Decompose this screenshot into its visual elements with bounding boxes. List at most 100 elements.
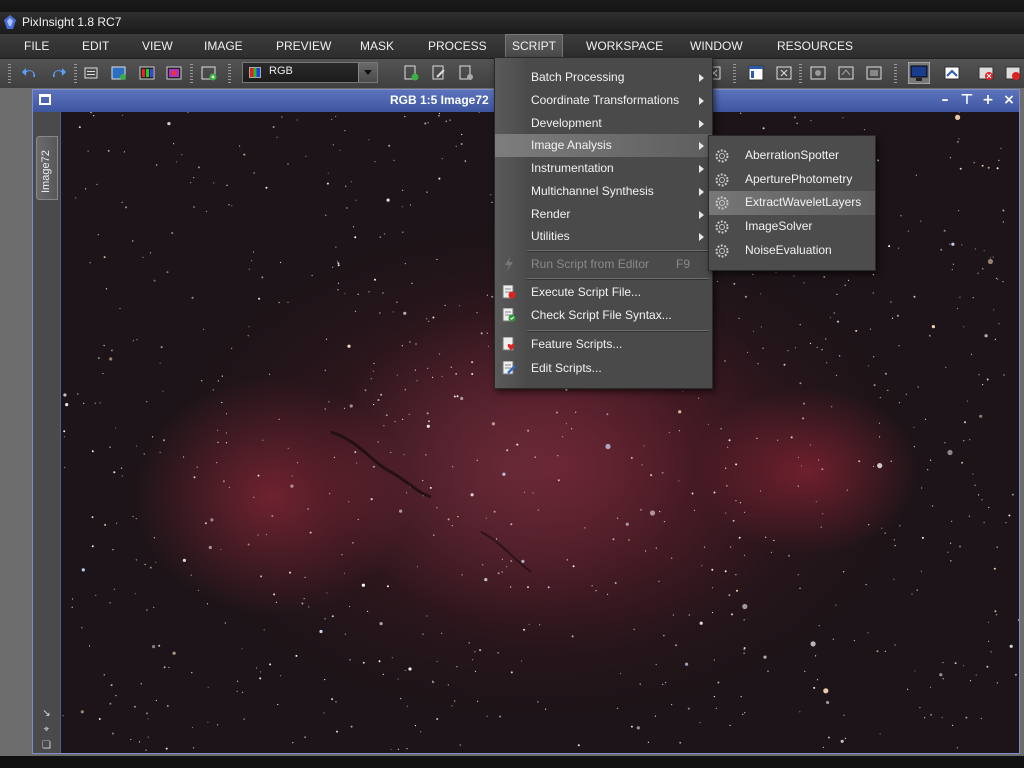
window-layout-icon[interactable] xyxy=(748,65,764,81)
gear-icon xyxy=(715,149,729,163)
toolbar-separator xyxy=(74,64,77,83)
menu-mask[interactable]: MASK xyxy=(354,34,400,58)
gear-icon xyxy=(715,196,729,210)
toolbar-separator xyxy=(190,64,193,83)
new-preview-icon[interactable] xyxy=(201,65,217,81)
submenu-item-aperturephotometry[interactable]: AperturePhotometry xyxy=(709,168,875,192)
duplicate-instance-icon[interactable] xyxy=(458,65,474,81)
mask-enable-icon[interactable] xyxy=(838,65,854,81)
menu-script[interactable]: SCRIPT xyxy=(505,34,564,58)
redo-icon[interactable] xyxy=(50,65,66,81)
mask-show-icon[interactable] xyxy=(810,65,826,81)
channel-extraction-icon[interactable] xyxy=(166,65,182,81)
image-window-title: RGB 1:5 Image72 xyxy=(390,93,489,107)
pixinsight-logo-icon xyxy=(4,15,16,29)
chevron-down-icon[interactable] xyxy=(358,63,377,82)
bottom-strip xyxy=(0,756,1024,768)
submenu-item-aberrationspotter[interactable]: AberrationSpotter xyxy=(709,144,875,168)
menu-view[interactable]: VIEW xyxy=(136,34,179,58)
menu-item-run-script-from-editor: Run Script from Editor F9 xyxy=(495,253,712,276)
menu-separator xyxy=(527,330,709,332)
menu-item-label: Batch Processing xyxy=(531,70,625,84)
channel-select[interactable]: RGB xyxy=(242,62,378,83)
feature-scripts-icon xyxy=(502,337,515,351)
channel-select-value: RGB xyxy=(269,65,293,77)
stf-disable-icon[interactable] xyxy=(978,65,994,81)
title-strip xyxy=(0,12,1024,34)
gear-icon xyxy=(715,244,729,258)
stf-reset-icon[interactable] xyxy=(1005,65,1021,81)
toolbar-separator xyxy=(799,64,802,83)
toolbar-separator xyxy=(733,64,736,83)
menu-item-development[interactable]: Development xyxy=(495,112,712,135)
menu-item-instrumentation[interactable]: Instrumentation xyxy=(495,157,712,180)
zoom-window-icon[interactable]: ❏ xyxy=(41,740,52,751)
execute-script-icon xyxy=(502,285,516,299)
zoom-center-icon[interactable]: ⌖ xyxy=(41,724,52,735)
stf-link-icon[interactable] xyxy=(944,65,960,81)
gear-icon xyxy=(715,173,729,187)
view-properties-icon[interactable] xyxy=(84,65,100,81)
app-title: PixInsight 1.8 RC7 xyxy=(22,15,122,29)
menu-bar: FILE EDIT VIEW IMAGE PREVIEW MASK PROCES… xyxy=(0,34,1024,59)
menu-item-label: Instrumentation xyxy=(531,161,614,175)
menu-resources[interactable]: RESOURCES xyxy=(771,34,859,58)
menu-item-feature-scripts[interactable]: Feature Scripts... xyxy=(495,333,712,356)
menu-item-image-analysis[interactable]: Image Analysis xyxy=(495,134,712,157)
menu-item-coordinate-transformations[interactable]: Coordinate Transformations xyxy=(495,89,712,112)
menu-separator xyxy=(527,250,709,252)
menu-item-label: Run Script from Editor xyxy=(531,257,650,271)
submenu-item-extractwaveletlayers[interactable]: ExtractWaveletLayers xyxy=(709,191,875,215)
maximize-icon[interactable]: + xyxy=(980,92,996,108)
menu-item-multichannel-synthesis[interactable]: Multichannel Synthesis xyxy=(495,180,712,203)
view-identifier-label: Image72 xyxy=(40,150,52,193)
image-side-panel: Image72 ↘ ⌖ ❏ xyxy=(33,112,60,753)
rgb-composition-icon[interactable] xyxy=(139,65,155,81)
submenu-arrow-icon xyxy=(699,211,704,219)
menu-item-utilities[interactable]: Utilities xyxy=(495,225,712,248)
new-instance-icon[interactable] xyxy=(403,65,419,81)
submenu-arrow-icon xyxy=(699,233,704,241)
new-image-icon[interactable] xyxy=(111,65,127,81)
undo-icon[interactable] xyxy=(22,65,38,81)
submenu-item-label: AberrationSpotter xyxy=(745,148,840,162)
submenu-item-label: NoiseEvaluation xyxy=(745,243,832,257)
menu-item-label: Check Script File Syntax... xyxy=(531,308,672,322)
submenu-item-label: ExtractWaveletLayers xyxy=(745,195,862,209)
restore-icon[interactable]: ⊤ xyxy=(959,92,975,108)
submenu-arrow-icon xyxy=(699,165,704,173)
menu-workspace[interactable]: WORKSPACE xyxy=(580,34,669,58)
submenu-arrow-icon xyxy=(699,74,704,82)
close-icon[interactable]: × xyxy=(1001,92,1017,108)
close-window-icon[interactable] xyxy=(776,65,792,81)
screen-transfer-function-icon[interactable] xyxy=(908,62,930,84)
menu-item-render[interactable]: Render xyxy=(495,203,712,226)
mask-invert-icon[interactable] xyxy=(866,65,882,81)
view-identifier-tab[interactable]: Image72 xyxy=(36,136,58,200)
menu-image[interactable]: IMAGE xyxy=(198,34,249,58)
menu-window[interactable]: WINDOW xyxy=(684,34,749,58)
toolbar-grip[interactable] xyxy=(8,64,11,83)
menu-item-execute-script-file[interactable]: Execute Script File... xyxy=(495,281,712,304)
menu-item-shortcut: F9 xyxy=(676,257,691,271)
menu-item-edit-scripts[interactable]: Edit Scripts... xyxy=(495,357,712,380)
menu-preview[interactable]: PREVIEW xyxy=(270,34,337,58)
window-menu-icon[interactable] xyxy=(39,94,51,105)
edit-scripts-icon xyxy=(502,361,516,375)
menu-file[interactable]: FILE xyxy=(18,34,55,58)
submenu-item-imagesolver[interactable]: ImageSolver xyxy=(709,215,875,239)
minimize-icon[interactable]: – xyxy=(937,92,953,108)
menu-item-label: Execute Script File... xyxy=(531,285,642,299)
menu-item-check-script-syntax[interactable]: Check Script File Syntax... xyxy=(495,304,712,327)
toolbar-separator xyxy=(894,64,897,83)
script-menu: Batch Processing Coordinate Transformati… xyxy=(494,57,713,389)
menu-process[interactable]: PROCESS xyxy=(422,34,493,58)
menu-item-batch-processing[interactable]: Batch Processing xyxy=(495,66,712,89)
menu-item-label: Edit Scripts... xyxy=(531,361,602,375)
zoom-fit-icon[interactable]: ↘ xyxy=(41,708,52,719)
submenu-arrow-icon xyxy=(699,188,704,196)
edit-instance-icon[interactable] xyxy=(431,65,447,81)
menu-edit[interactable]: EDIT xyxy=(76,34,115,58)
submenu-item-label: AperturePhotometry xyxy=(745,172,853,186)
submenu-item-noiseevaluation[interactable]: NoiseEvaluation xyxy=(709,239,875,263)
